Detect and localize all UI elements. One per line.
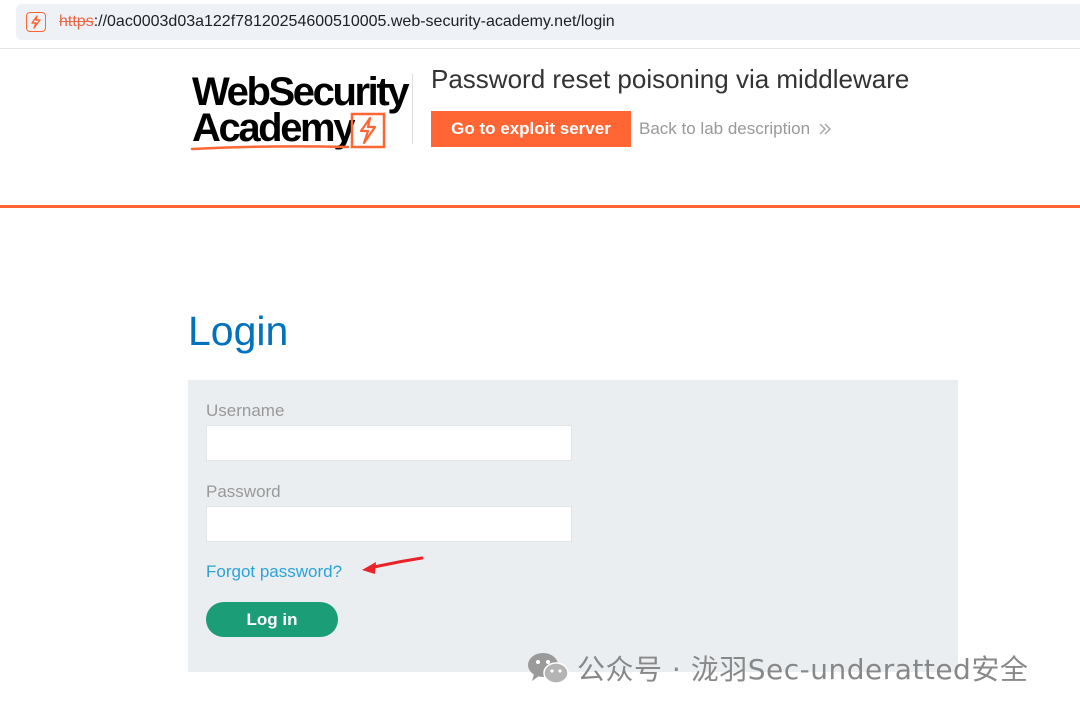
url-text[interactable]: https://0ac0003d03a122f78120254600510005… [59,13,615,31]
watermark-text: 公众号 · 泷羽Sec-underatted安全 [577,653,1029,686]
double-chevron-right-icon [818,122,832,136]
exploit-server-button[interactable]: Go to exploit server [431,111,631,147]
header-rule [0,205,1080,208]
red-arrow-icon [362,556,424,574]
lightning-bolt-icon [26,12,46,32]
username-input[interactable] [206,425,572,461]
lab-title: Password reset poisoning via middleware [431,64,910,94]
back-to-lab-link[interactable]: Back to lab description [639,119,832,139]
page-title: Login [188,308,289,354]
web-security-academy-logo[interactable]: WebSecurity Academy [190,70,412,154]
logo-underline [190,145,350,151]
header-divider [412,74,413,144]
address-bar-divider [0,48,1080,49]
back-to-lab-label: Back to lab description [639,119,811,138]
password-input[interactable] [206,506,572,542]
url-scheme: https [59,13,94,30]
address-bar[interactable]: https://0ac0003d03a122f78120254600510005… [16,4,1080,40]
watermark: 公众号 · 泷羽Sec-underatted安全 [527,650,1028,686]
url-path: ://0ac0003d03a122f78120254600510005.web-… [93,13,615,30]
logo-bolt-icon [350,112,386,149]
password-label: Password [206,482,281,501]
login-button[interactable]: Log in [206,602,338,637]
wechat-icon [528,653,569,684]
forgot-password-link[interactable]: Forgot password? [206,562,342,582]
username-label: Username [206,401,285,420]
